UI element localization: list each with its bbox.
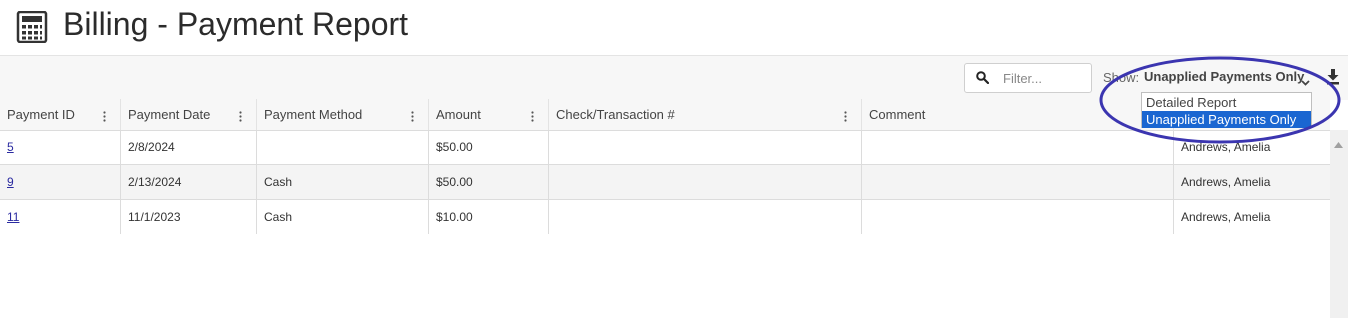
table-row[interactable]: 5 2/8/2024 $50.00 Andrews, Amelia	[0, 130, 1330, 165]
comment-cell	[862, 165, 1174, 199]
search-icon	[976, 71, 990, 89]
payment-method: Cash	[264, 210, 293, 224]
column-menu-icon[interactable]	[239, 109, 242, 127]
payer-name: Andrews, Amelia	[1181, 140, 1271, 154]
dropdown-option-unapplied-payments[interactable]: Unapplied Payments Only	[1142, 111, 1311, 128]
payment-date: 11/1/2023	[128, 210, 181, 224]
payment-id-cell: 11	[0, 200, 121, 234]
check-transaction-cell	[549, 130, 862, 164]
table-row[interactable]: 11 11/1/2023 Cash $10.00 Andrews, Amelia	[0, 200, 1330, 235]
column-menu-icon[interactable]	[103, 109, 106, 127]
payment-method-cell: Cash	[257, 165, 429, 199]
payment-date-cell: 2/13/2024	[121, 165, 257, 199]
column-header-payment-id[interactable]: Payment ID	[0, 99, 121, 130]
payment-grid: Payment ID Payment Date Payment Method A…	[0, 99, 1330, 318]
show-label: Show:	[1103, 70, 1140, 85]
name-cell: Andrews, Amelia	[1174, 130, 1330, 164]
vertical-scrollbar[interactable]	[1330, 130, 1348, 318]
payment-id-cell: 9	[0, 165, 121, 199]
amount: $50.00	[436, 175, 473, 189]
payment-id-link[interactable]: 9	[7, 175, 14, 189]
payment-method-cell	[257, 130, 429, 164]
table-row[interactable]: 9 2/13/2024 Cash $50.00 Andrews, Amelia	[0, 165, 1330, 200]
column-header-label: Payment ID	[7, 107, 75, 122]
column-header-payment-date[interactable]: Payment Date	[121, 99, 257, 130]
payment-date: 2/8/2024	[128, 140, 175, 154]
column-menu-icon[interactable]	[844, 109, 847, 127]
column-header-amount[interactable]: Amount	[429, 99, 549, 130]
payment-method-cell: Cash	[257, 200, 429, 234]
payment-date-cell: 11/1/2023	[121, 200, 257, 234]
payer-name: Andrews, Amelia	[1181, 175, 1271, 189]
page-title: Billing - Payment Report	[63, 6, 409, 42]
column-header-check-transaction[interactable]: Check/Transaction #	[549, 99, 862, 130]
title-bar: Billing - Payment Report	[0, 0, 1348, 55]
name-cell: Andrews, Amelia	[1174, 200, 1330, 234]
amount-cell: $10.00	[429, 200, 549, 234]
comment-cell	[862, 130, 1174, 164]
column-header-label: Check/Transaction #	[556, 107, 675, 122]
payment-report-page: Billing - Payment Report Show: Unapplied…	[0, 0, 1348, 318]
column-header-payment-method[interactable]: Payment Method	[257, 99, 429, 130]
column-menu-icon[interactable]	[531, 109, 534, 127]
column-menu-icon[interactable]	[411, 109, 414, 127]
amount: $50.00	[436, 140, 473, 154]
scroll-up-icon[interactable]	[1334, 135, 1343, 153]
column-header-label: Comment	[869, 107, 926, 122]
payment-id-cell: 5	[0, 130, 121, 164]
name-cell: Andrews, Amelia	[1174, 165, 1330, 199]
payment-id-link[interactable]: 5	[7, 140, 14, 154]
payment-date: 2/13/2024	[128, 175, 182, 189]
dropdown-option-detailed-report[interactable]: Detailed Report	[1142, 94, 1311, 111]
chevron-down-icon[interactable]	[1301, 73, 1310, 91]
show-select[interactable]: Unapplied Payments Only	[1144, 69, 1304, 84]
payment-method: Cash	[264, 175, 293, 189]
payment-id-link[interactable]: 11	[7, 210, 19, 224]
grid-header: Payment ID Payment Date Payment Method A…	[0, 99, 1330, 131]
column-header-label: Payment Date	[128, 107, 211, 122]
column-header-comment[interactable]: Comment	[862, 99, 1174, 130]
show-dropdown-list: Detailed Report Unapplied Payments Only	[1141, 92, 1312, 128]
filter-input[interactable]	[1003, 69, 1085, 87]
filter-box[interactable]	[964, 63, 1092, 93]
check-transaction-cell	[549, 200, 862, 234]
amount: $10.00	[436, 210, 473, 224]
amount-cell: $50.00	[429, 130, 549, 164]
download-icon[interactable]	[1326, 69, 1340, 90]
column-header-label: Amount	[436, 107, 481, 122]
calculator-icon	[16, 10, 48, 48]
payer-name: Andrews, Amelia	[1181, 210, 1271, 224]
payment-date-cell: 2/8/2024	[121, 130, 257, 164]
amount-cell: $50.00	[429, 165, 549, 199]
column-header-label: Payment Method	[264, 107, 363, 122]
comment-cell	[862, 200, 1174, 234]
check-transaction-cell	[549, 165, 862, 199]
